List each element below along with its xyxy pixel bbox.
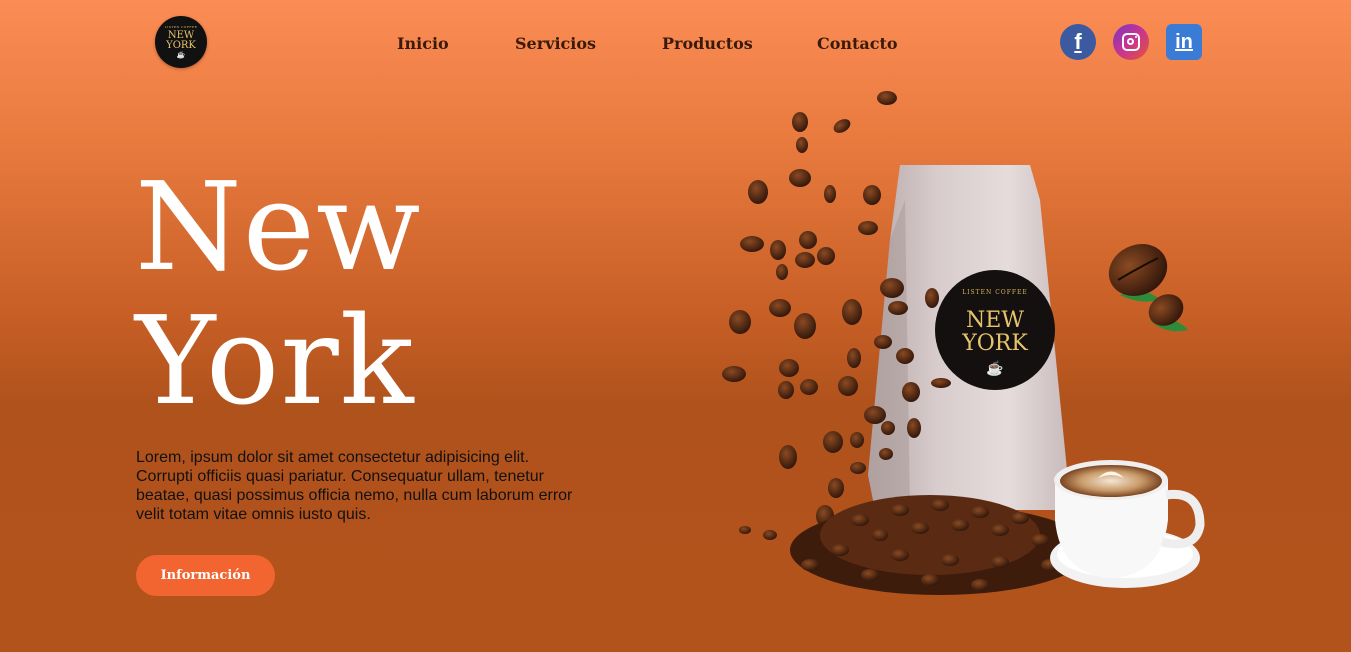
hero-title: New York [135,160,421,428]
coffee-cup-icon: ☕ [176,50,186,59]
instagram-glyph [1122,33,1140,51]
facebook-glyph: f [1074,29,1082,54]
logo-line-1: NEW [167,29,195,41]
linkedin-icon[interactable]: in [1166,24,1202,60]
decorative-beans [1108,244,1188,332]
brand-logo[interactable]: LISTEN COFFEE NEW YORK ☕ [155,16,207,68]
hero-description: Lorem, ipsum dolor sit amet consectetur … [136,449,573,523]
bag-label-line-2: YORK [961,331,1028,356]
bag-label-small: LISTEN COFFEE [962,289,1028,296]
nav-item-inicio[interactable]: Inicio [397,34,449,53]
coffee-product-image: LISTEN COFFEE NEW YORK ☕ [722,91,1205,595]
info-button[interactable]: Información [136,555,275,596]
hero-title-line-2: York [135,290,415,432]
nav-item-servicios[interactable]: Servicios [515,34,596,53]
logo-line-2: YORK [166,39,196,51]
bag-label-line-1: NEW [966,308,1024,333]
facebook-icon[interactable]: f [1060,24,1096,60]
instagram-icon[interactable] [1113,24,1149,60]
coffee-cup [1050,460,1205,588]
nav-item-productos[interactable]: Productos [662,34,753,53]
hero-title-line-1: New [135,156,422,298]
linkedin-glyph: in [1175,30,1193,53]
logo-tagline: LISTEN COFFEE [164,24,198,29]
coffee-bag: LISTEN COFFEE NEW YORK ☕ [868,165,1068,510]
nav-item-contacto[interactable]: Contacto [817,34,898,53]
bag-cup-icon: ☕ [986,359,1003,377]
